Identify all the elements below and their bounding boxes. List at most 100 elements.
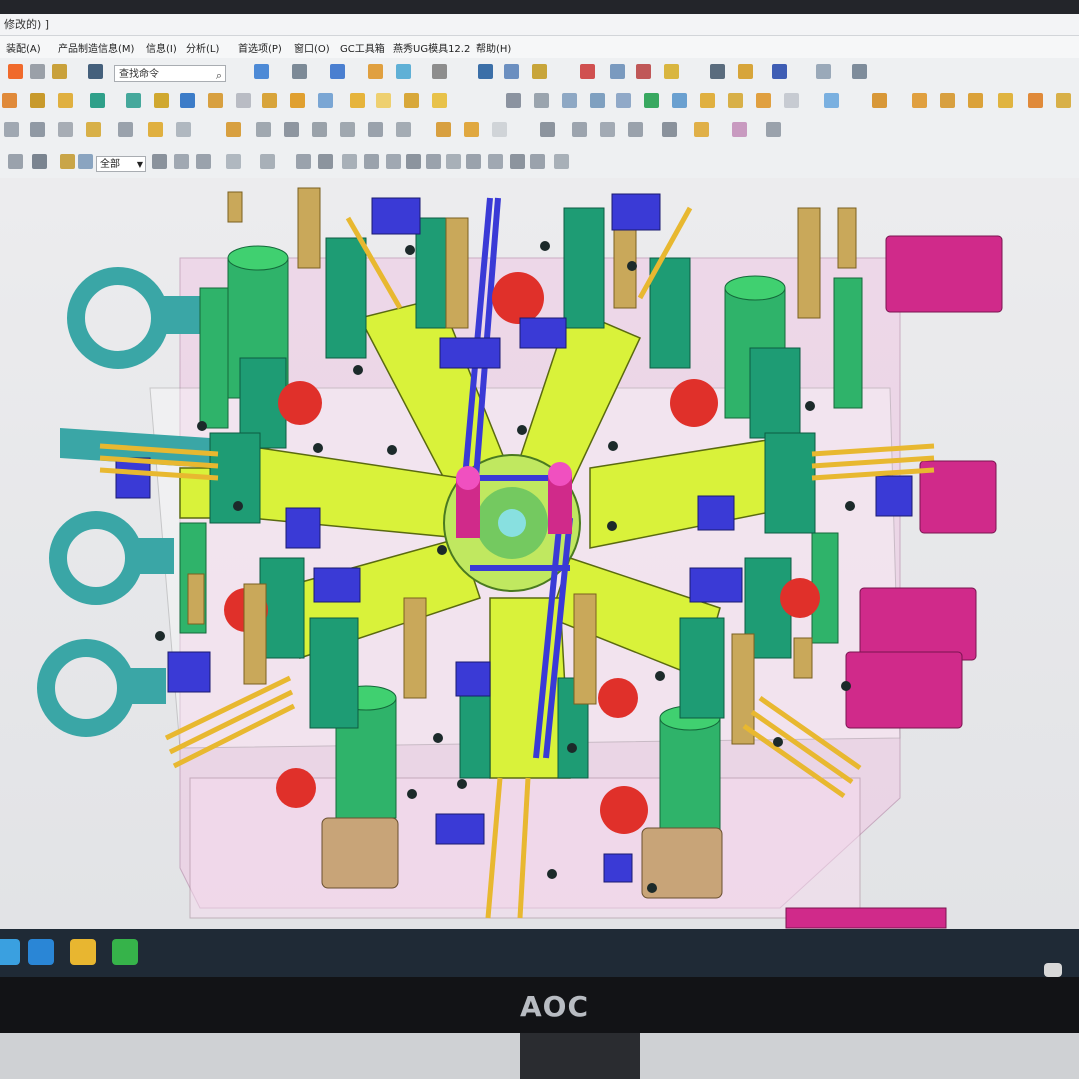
orient-view-icon[interactable] — [396, 64, 411, 79]
menu-info[interactable]: 信息(I) — [146, 40, 177, 55]
boolean-icon[interactable] — [226, 122, 241, 137]
offset-face-icon[interactable] — [628, 122, 643, 137]
curve-icon[interactable] — [4, 122, 19, 137]
box-select-icon[interactable] — [260, 154, 275, 169]
wechat-icon[interactable] — [112, 939, 138, 965]
snap-grid-icon[interactable] — [554, 154, 569, 169]
quadrant-icon[interactable] — [466, 154, 481, 169]
touch-mode-icon[interactable] — [88, 64, 103, 79]
menu-preferences[interactable]: 首选项(P) — [238, 40, 282, 55]
arc-center-icon[interactable] — [446, 154, 461, 169]
background-icon[interactable] — [432, 64, 447, 79]
sub-insert-icon[interactable] — [290, 93, 305, 108]
parting-icon[interactable] — [644, 93, 659, 108]
view-icon[interactable] — [52, 64, 67, 79]
list-icon[interactable] — [226, 154, 241, 169]
bridge-icon[interactable] — [312, 122, 327, 137]
file-explorer-icon[interactable] — [70, 939, 96, 965]
offset-curve-icon[interactable] — [86, 122, 101, 137]
sew-icon[interactable] — [732, 122, 747, 137]
shell-icon[interactable] — [694, 122, 709, 137]
dimension-icon[interactable] — [852, 64, 867, 79]
sweep-icon[interactable] — [284, 122, 299, 137]
render-style-icon[interactable] — [368, 64, 383, 79]
menu-assembly[interactable]: 装配(A) — [6, 40, 41, 55]
gate-icon[interactable] — [318, 93, 333, 108]
menu-analysis[interactable]: 分析(L) — [186, 40, 219, 55]
extend-icon[interactable] — [728, 93, 743, 108]
arc-icon[interactable] — [58, 122, 73, 137]
wcs-icon[interactable] — [580, 64, 595, 79]
search-app-icon[interactable] — [28, 939, 54, 965]
project-curve-icon[interactable] — [118, 122, 133, 137]
revolve-icon[interactable] — [176, 122, 191, 137]
mold-wizard-icon[interactable] — [2, 93, 17, 108]
menu-gc-toolbox[interactable]: GC工具箱 — [340, 40, 385, 55]
draft-icon[interactable] — [396, 122, 411, 137]
menu-pmi[interactable]: 产品制造信息(M) — [58, 40, 134, 55]
menu-icon[interactable] — [8, 154, 23, 169]
copy-icon[interactable] — [784, 93, 799, 108]
cooling-icon[interactable] — [376, 93, 391, 108]
undo-icon[interactable] — [30, 64, 45, 79]
shape-select-icon[interactable] — [296, 154, 311, 169]
move-face-icon[interactable] — [540, 122, 555, 137]
rotate-icon[interactable] — [292, 64, 307, 79]
core-icon[interactable] — [968, 93, 983, 108]
control-point-icon[interactable] — [406, 154, 421, 169]
delete-face-icon[interactable] — [600, 122, 615, 137]
mold-base-icon[interactable] — [180, 93, 195, 108]
region-icon[interactable] — [672, 93, 687, 108]
view-manager-icon[interactable] — [616, 93, 631, 108]
menu-window[interactable]: 窗口(O) — [294, 40, 330, 55]
hole-table-icon[interactable] — [590, 93, 605, 108]
plus-icon[interactable] — [510, 154, 525, 169]
replace-face-icon[interactable] — [572, 122, 587, 137]
grid-icon[interactable] — [816, 64, 831, 79]
init-project-icon[interactable] — [30, 93, 45, 108]
insert-icon[interactable] — [940, 93, 955, 108]
plate-icon[interactable] — [912, 93, 927, 108]
pattern-icon[interactable] — [824, 93, 839, 108]
select-icon[interactable] — [32, 154, 47, 169]
fillet-icon[interactable] — [340, 122, 355, 137]
snap-points-icon[interactable] — [342, 154, 357, 169]
workpiece-icon[interactable] — [126, 93, 141, 108]
mirror-icon[interactable] — [766, 122, 781, 137]
search-icon[interactable]: ⌕ — [216, 67, 222, 84]
block-icon[interactable] — [872, 93, 887, 108]
select-all-icon[interactable] — [152, 154, 167, 169]
table-icon[interactable] — [436, 122, 451, 137]
hide-icon[interactable] — [710, 64, 725, 79]
browser-icon[interactable] — [0, 939, 20, 965]
globe-icon[interactable] — [78, 154, 93, 169]
export-icon[interactable] — [1028, 93, 1043, 108]
trim-icon[interactable] — [432, 93, 447, 108]
measure-icon[interactable] — [664, 64, 679, 79]
settings-icon[interactable] — [1056, 93, 1071, 108]
layer-icon[interactable] — [772, 64, 787, 79]
color-icon[interactable] — [8, 64, 23, 79]
runner-icon[interactable] — [350, 93, 365, 108]
menu-help[interactable]: 帮助(H) — [476, 40, 511, 55]
electrode-icon[interactable] — [404, 93, 419, 108]
patch-icon[interactable] — [700, 93, 715, 108]
chamfer-icon[interactable] — [368, 122, 383, 137]
pocket-icon[interactable] — [506, 93, 521, 108]
thicken-icon[interactable] — [662, 122, 677, 137]
shrinkage-icon[interactable] — [90, 93, 105, 108]
split-icon[interactable] — [756, 93, 771, 108]
cavity-layout-icon[interactable] — [154, 93, 169, 108]
end-point-icon[interactable] — [364, 154, 379, 169]
sparkle-icon[interactable] — [60, 154, 75, 169]
mid-point-icon[interactable] — [386, 154, 401, 169]
axis-icon[interactable] — [636, 64, 651, 79]
fit-view-icon[interactable] — [254, 64, 269, 79]
menu-yanxiu-mold[interactable]: 燕秀UG模具12.2 — [393, 40, 470, 55]
clip-icon[interactable] — [504, 64, 519, 79]
fence-icon[interactable] — [318, 154, 333, 169]
point-on-curve-icon[interactable] — [488, 154, 503, 169]
trim-body-icon[interactable] — [256, 122, 271, 137]
type-filter-select[interactable]: 全部 ▼ — [96, 156, 146, 172]
bom-icon[interactable] — [534, 93, 549, 108]
